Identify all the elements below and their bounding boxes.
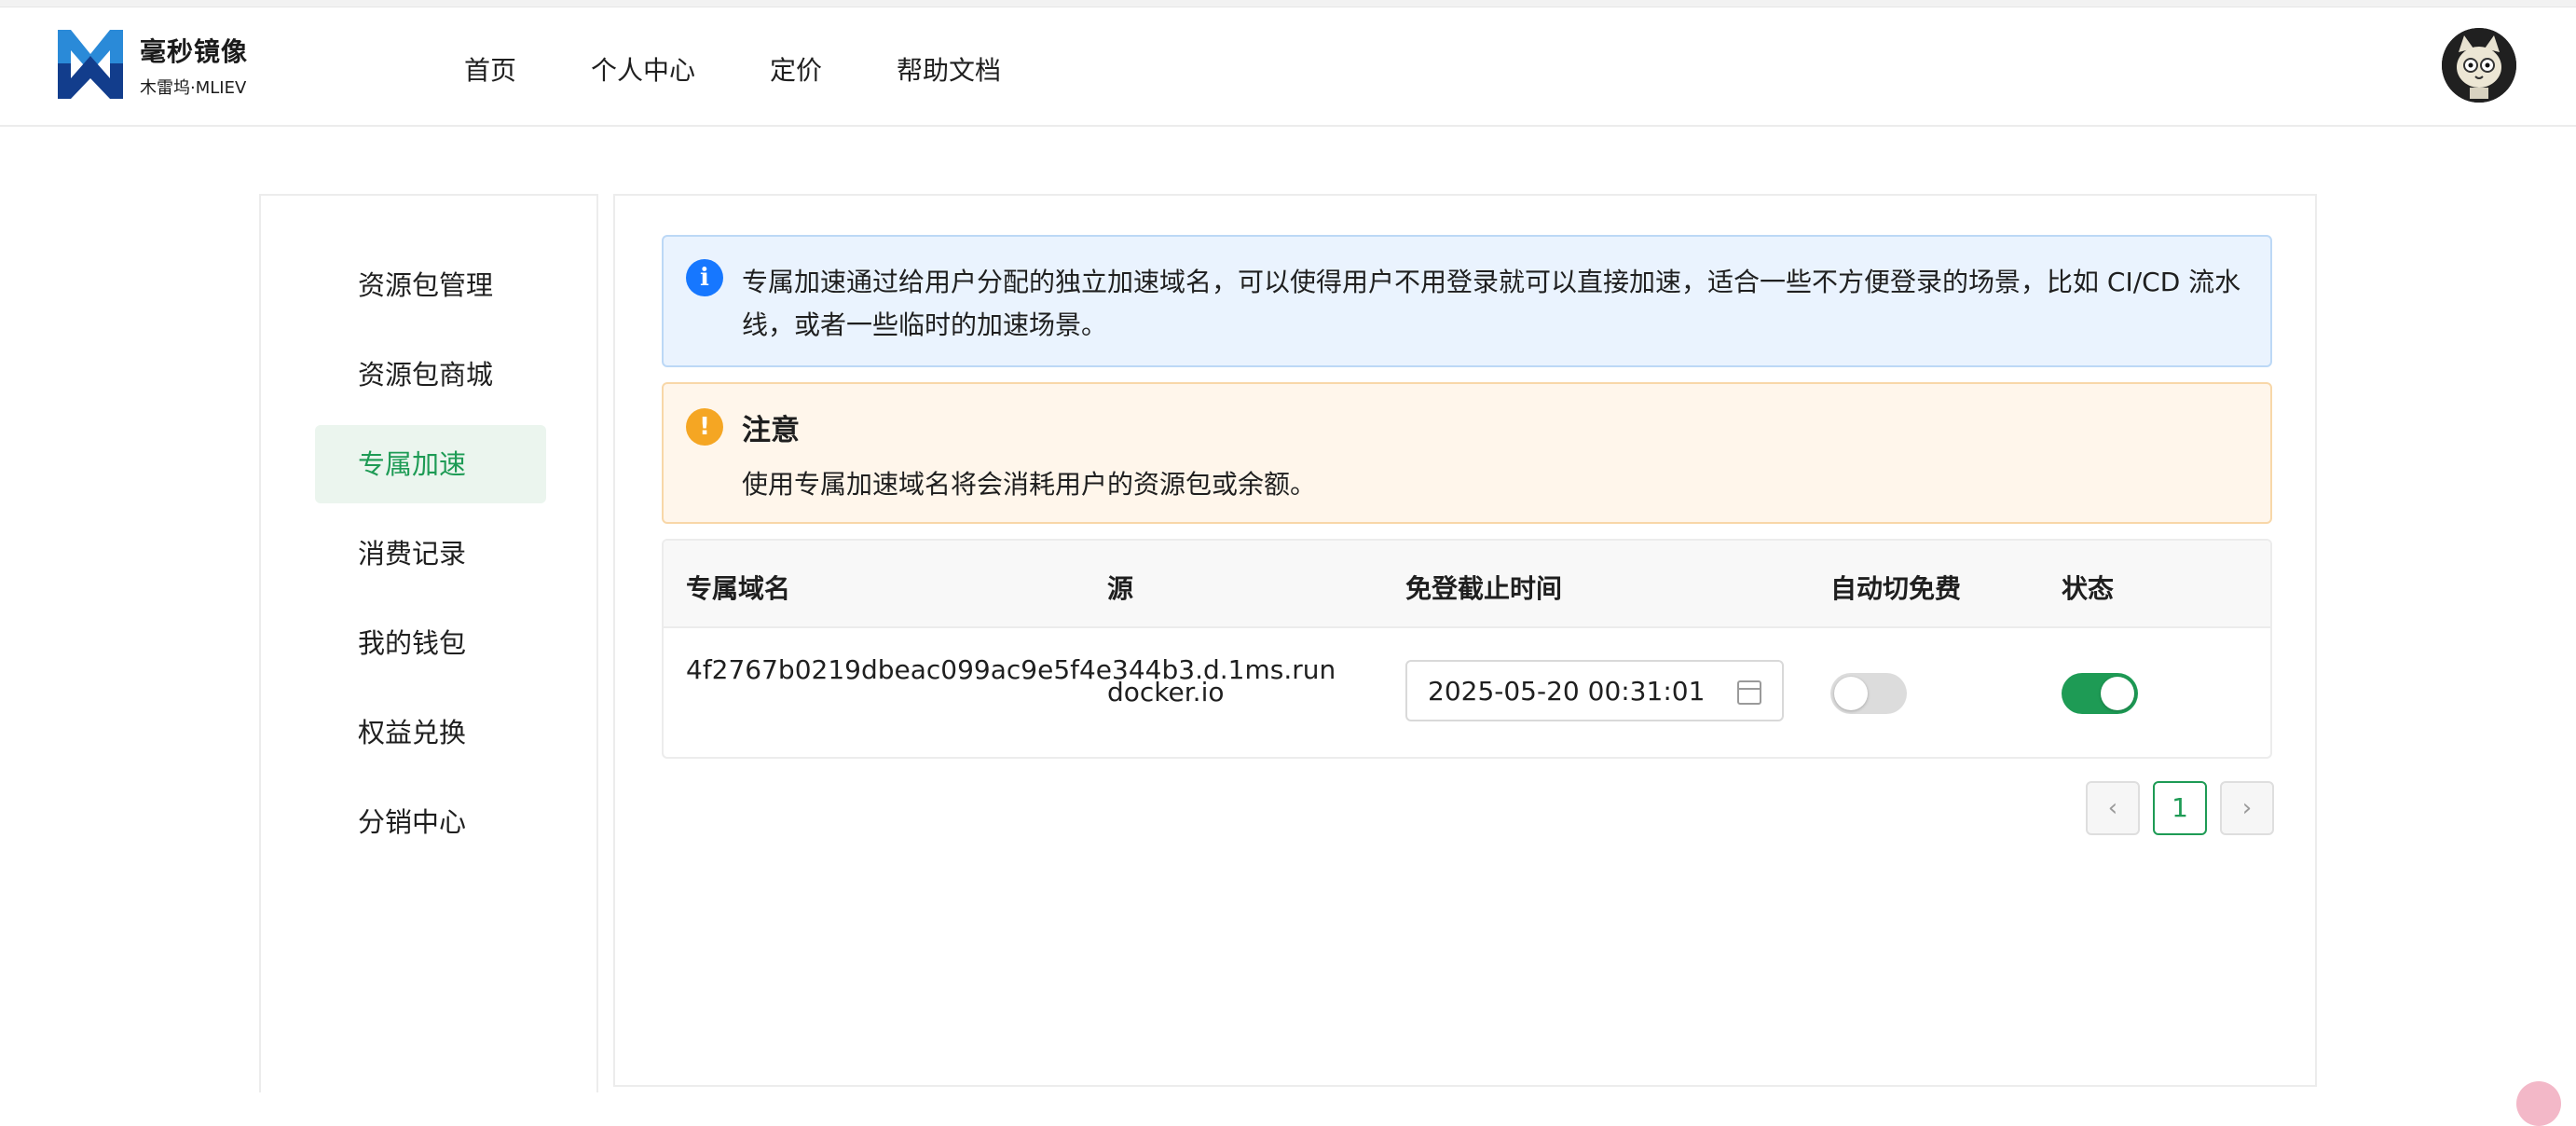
expire-date-picker[interactable]: 2025-05-20 00:31:01 [1405, 660, 1784, 721]
header: 毫秒镜像 木雷坞·MLIEV 首页 个人中心 定价 帮助文档 [0, 7, 2576, 127]
sidebar-item-resource-store[interactable]: 资源包商城 [315, 336, 546, 414]
column-header-domain: 专属域名 [686, 573, 791, 604]
nav-help-docs[interactable]: 帮助文档 [897, 50, 1001, 88]
warning-icon: ! [686, 408, 723, 446]
expire-date-value: 2025-05-20 00:31:01 [1428, 676, 1706, 707]
toggle-knob [1834, 677, 1868, 710]
table-header: 专属域名 源 免登截止时间 自动切免费 状态 [664, 541, 2270, 628]
info-alert: i 专属加速通过给用户分配的独立加速域名，可以使得用户不用登录就可以直接加速，适… [662, 235, 2272, 367]
sidebar-item-wallet[interactable]: 我的钱包 [315, 604, 546, 682]
warning-alert: ! 注意 使用专属加速域名将会消耗用户的资源包或余额。 [662, 382, 2272, 524]
sidebar: 资源包管理 资源包商城 专属加速 消费记录 我的钱包 权益兑换 分销中心 [259, 194, 598, 1092]
brand-subtitle: 木雷坞·MLIEV [140, 78, 247, 98]
page-number-1[interactable]: 1 [2153, 781, 2207, 835]
sidebar-item-dedicated-acceleration[interactable]: 专属加速 [315, 425, 546, 503]
column-header-auto-free: 自动切免费 [1830, 573, 1962, 604]
domain-table: 专属域名 源 免登截止时间 自动切免费 状态 4f2767b0219dbeac0… [662, 539, 2272, 759]
nav-user-center[interactable]: 个人中心 [591, 50, 695, 88]
main-panel: i 专属加速通过给用户分配的独立加速域名，可以使得用户不用登录就可以直接加速，适… [613, 194, 2317, 1087]
prev-page-button[interactable]: ‹ [2086, 781, 2140, 835]
top-border [0, 0, 2576, 7]
logo-icon[interactable] [58, 26, 123, 101]
avatar[interactable] [2442, 28, 2516, 103]
warning-alert-title: 注意 [742, 414, 800, 447]
sidebar-item-consumption-records[interactable]: 消费记录 [315, 515, 546, 593]
next-page-button[interactable]: › [2220, 781, 2274, 835]
nav-home[interactable]: 首页 [464, 50, 516, 88]
nav-pricing[interactable]: 定价 [770, 50, 822, 88]
top-nav: 首页 个人中心 定价 帮助文档 [464, 50, 1076, 88]
status-toggle[interactable] [2062, 673, 2138, 714]
info-alert-text: 专属加速通过给用户分配的独立加速域名，可以使得用户不用登录就可以直接加速，适合一… [742, 267, 2241, 340]
sidebar-item-resource-packs[interactable]: 资源包管理 [315, 246, 546, 324]
column-header-source: 源 [1107, 573, 1134, 604]
sidebar-item-distribution[interactable]: 分销中心 [315, 783, 546, 861]
domain-cell: 4f2767b0219dbeac099ac9e5f4e344b3.d.1ms.r… [686, 654, 1336, 685]
warning-alert-text: 使用专属加速域名将会消耗用户的资源包或余额。 [742, 469, 1317, 500]
toggle-knob [2101, 677, 2134, 710]
floating-widget[interactable] [2516, 1081, 2561, 1126]
auto-free-toggle[interactable] [1830, 673, 1907, 714]
calendar-icon [1737, 680, 1761, 705]
sidebar-item-redeem[interactable]: 权益兑换 [315, 693, 546, 772]
column-header-status: 状态 [2062, 573, 2115, 604]
brand-name: 毫秒镜像 [140, 36, 249, 67]
info-icon: i [686, 259, 723, 296]
cat-avatar-icon [2442, 28, 2516, 103]
brand[interactable]: 毫秒镜像 木雷坞·MLIEV [140, 32, 248, 99]
source-cell: docker.io [1107, 677, 1225, 707]
column-header-expire: 免登截止时间 [1405, 573, 1563, 604]
